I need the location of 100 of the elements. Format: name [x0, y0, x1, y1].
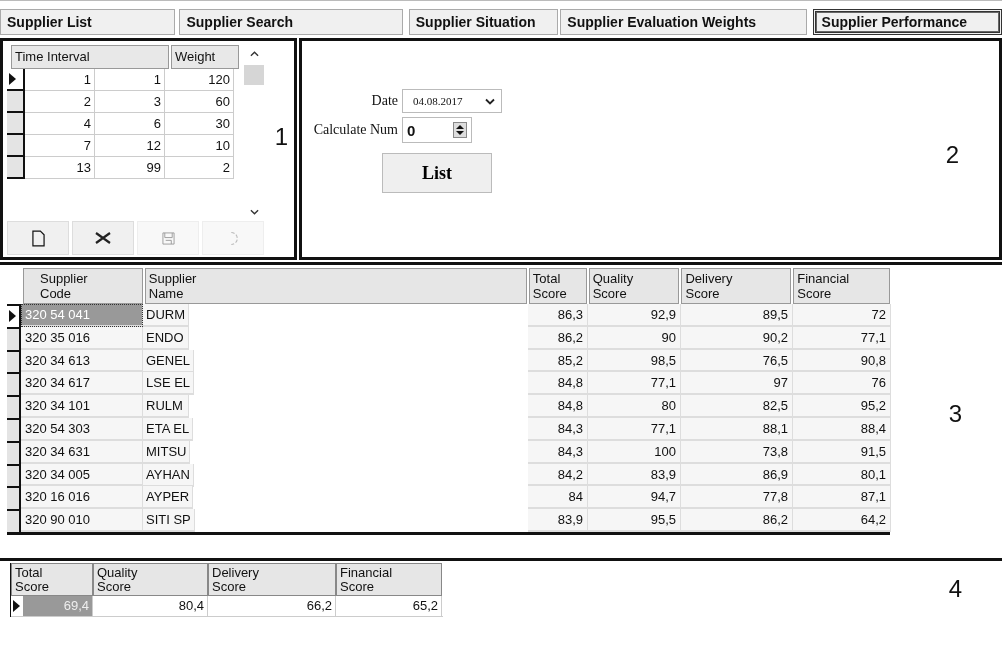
column-header: Time Interval [11, 45, 169, 69]
section-number: 2 [945, 141, 959, 169]
table-cell: ENDO [143, 326, 189, 350]
calculate-num-label: Calculate Num [312, 122, 398, 138]
new-button[interactable] [7, 221, 69, 255]
table-cell: 92,9 [588, 304, 681, 327]
table-cell: 87,1 [793, 486, 891, 510]
table-cell: 80,4 [93, 596, 208, 616]
row-header[interactable] [7, 91, 25, 113]
spinner-arrows-icon[interactable] [453, 122, 467, 138]
table-cell: AYHAN [143, 463, 194, 487]
table-cell: 84 [528, 486, 588, 510]
table-cell: 86,2 [528, 326, 588, 350]
row-header[interactable] [7, 135, 25, 157]
table-cell: 320 16 016 [21, 486, 143, 510]
row-header[interactable] [7, 326, 21, 350]
table-cell: 72 [793, 304, 891, 327]
table-cell: 95,5 [588, 509, 681, 532]
table-cell: 86,9 [681, 463, 793, 487]
table-cell: 320 35 016 [21, 326, 143, 350]
tab[interactable]: Supplier Search [179, 9, 403, 35]
table-cell: 84,3 [528, 418, 588, 441]
row-header[interactable] [7, 157, 25, 179]
table-cell: 86,2 [681, 509, 793, 532]
table-cell: 320 90 010 [21, 509, 143, 532]
number-spinner[interactable]: 0 [402, 117, 472, 143]
column-header: Weight [171, 45, 239, 69]
new-document-icon [31, 229, 45, 247]
column-header: Financial Score [793, 268, 890, 304]
row-header[interactable] [7, 440, 21, 464]
row-header[interactable] [7, 509, 21, 532]
table-cell: 100 [588, 440, 681, 464]
column-header: Total Score [11, 563, 93, 596]
table-cell: 320 54 041 [21, 304, 143, 327]
table-cell: LSE EL [143, 372, 195, 396]
row-header[interactable] [7, 395, 21, 418]
table-cell: 83,9 [588, 463, 681, 487]
table-cell: 2 [165, 157, 234, 179]
table-cell: 73,8 [681, 440, 793, 464]
table-cell: 69,4 [23, 596, 93, 616]
table-cell: 120 [165, 69, 234, 91]
table-cell: 12 [95, 135, 165, 157]
table-cell: 1 [25, 69, 95, 91]
table-cell: 320 34 631 [21, 440, 143, 464]
table-cell: 76 [793, 372, 891, 396]
table-cell: 77,1 [588, 418, 681, 441]
table-cell: 10 [165, 135, 234, 157]
list-button[interactable]: List [382, 153, 492, 193]
row-header[interactable] [7, 349, 21, 373]
row-header[interactable] [7, 463, 21, 487]
table-cell: 320 54 303 [21, 418, 143, 441]
table-cell: 83,9 [528, 509, 588, 532]
table-cell: 1 [95, 69, 165, 91]
table-cell: ETA EL [143, 418, 194, 441]
table-cell: SITI SP [143, 509, 195, 533]
table-cell: 82,5 [681, 395, 793, 418]
table-cell: 94,7 [588, 486, 681, 510]
table-cell: 84,3 [528, 440, 588, 464]
table-cell: 95,2 [793, 395, 891, 418]
row-header[interactable] [7, 69, 25, 91]
column-header: Delivery Score [208, 563, 336, 596]
row-header[interactable] [7, 304, 21, 327]
section-number: 1 [274, 123, 288, 151]
row-header[interactable] [7, 418, 21, 441]
dropdown-icon[interactable] [485, 97, 495, 105]
scroll-up-icon[interactable] [249, 51, 259, 57]
column-header: Delivery Score [681, 268, 792, 304]
table-cell: 64,2 [793, 509, 891, 532]
table-cell: 80 [588, 395, 681, 418]
tab[interactable]: Supplier Situation [408, 9, 559, 35]
table-cell: 88,4 [793, 418, 891, 441]
table-cell: 76,5 [681, 349, 793, 373]
tab[interactable]: Supplier Evaluation Weights [560, 9, 807, 35]
table-cell: DURM [143, 304, 189, 327]
row-header[interactable] [7, 486, 21, 510]
date-picker[interactable]: 04.08.2017 [402, 89, 502, 113]
column-header: Financial Score [336, 563, 442, 596]
table-cell: 2 [25, 91, 95, 113]
row-header[interactable] [7, 372, 21, 396]
tab[interactable]: Supplier List [0, 9, 176, 35]
table-cell: MITSU [143, 440, 191, 464]
table-cell: 90,2 [681, 326, 793, 350]
column-header: Supplier Name [144, 268, 527, 304]
scroll-down-icon[interactable] [249, 209, 259, 215]
table-cell: 3 [95, 91, 165, 113]
tab[interactable]: Supplier Performance [812, 9, 1002, 35]
table-cell: 84,2 [528, 463, 588, 487]
table-cell: 84,8 [528, 372, 588, 396]
table-cell: RULM [143, 395, 189, 419]
scroll-thumb[interactable] [244, 65, 264, 85]
delete-button[interactable] [72, 221, 134, 255]
section-number: 3 [948, 400, 962, 428]
row-header[interactable] [7, 113, 25, 135]
delete-icon [94, 231, 112, 245]
table-cell: 84,8 [528, 395, 588, 418]
column-header: Quality Score [588, 268, 680, 304]
table-cell: 320 34 101 [21, 395, 143, 418]
table-cell: GENEL [143, 349, 195, 373]
table-cell: 13 [25, 157, 95, 179]
column-header: Quality Score [93, 563, 208, 596]
